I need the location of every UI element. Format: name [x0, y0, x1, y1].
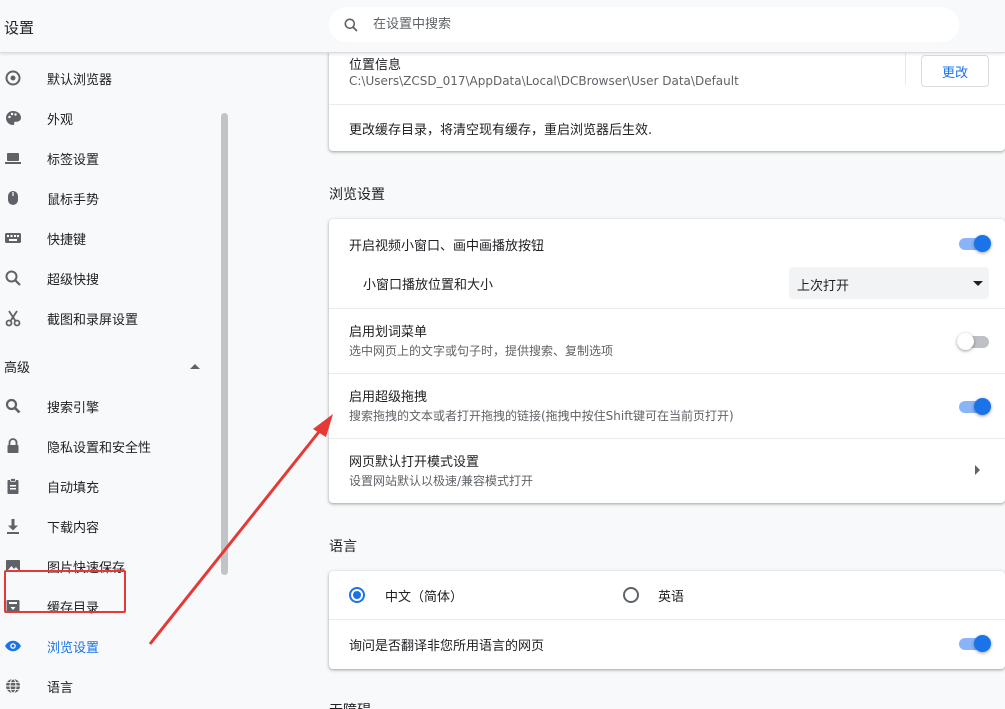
lock-icon: [7, 438, 19, 453]
annotation-highlight-box: [4, 570, 126, 613]
sidebar-item-appearance[interactable]: 外观: [0, 100, 215, 136]
word-menu-desc: 选中网页上的文字或句子时，提供搜索、复制选项: [349, 344, 614, 358]
drag-desc: 搜索拖拽的文本或者打开拖拽的链接(拖拽中按住Shift键可在当前页打开): [349, 409, 734, 423]
sidebar-item-label: 超级快搜: [47, 272, 100, 288]
sidebar-item-label: 浏览设置: [47, 640, 100, 656]
language-section-title: 语言: [329, 539, 357, 555]
sidebar-scrollbar-thumb[interactable]: [221, 113, 228, 575]
translate-toggle[interactable]: [959, 635, 991, 652]
chevron-up-icon: [190, 363, 200, 369]
clipboard-icon: [7, 478, 19, 494]
laptop-icon: [5, 153, 21, 164]
divider: [329, 104, 1005, 105]
download-icon: [7, 519, 19, 534]
sidebar-item-label: 自动填充: [47, 480, 100, 496]
caret-down-icon: [973, 281, 983, 286]
sidebar-item-mouse-gestures[interactable]: 鼠标手势: [0, 180, 215, 216]
sidebar-item-label: 外观: [47, 112, 74, 128]
divider: [329, 619, 1005, 620]
language-card: 中文（简体） 英语 询问是否翻译非您所用语言的网页: [329, 571, 1005, 669]
browser-icon: [5, 70, 21, 86]
radio-chinese[interactable]: [349, 587, 365, 603]
sidebar-item-label: 隐私设置和安全性: [47, 440, 152, 456]
sidebar-item-language[interactable]: 语言: [0, 668, 215, 704]
drag-toggle[interactable]: [959, 398, 991, 415]
search-input[interactable]: [373, 17, 873, 32]
advanced-label: 高级: [4, 360, 31, 376]
word-menu-toggle[interactable]: [957, 333, 991, 350]
browse-card: 开启视频小窗口、画中画播放按钮 小窗口播放位置和大小 上次打开 启用划词菜单 选…: [329, 219, 1005, 503]
cache-note: 更改缓存目录，将清空现有缓存，重启浏览器后生效.: [349, 123, 653, 138]
translate-label: 询问是否翻译非您所用语言的网页: [349, 639, 545, 654]
sidebar-item-label: 截图和录屏设置: [47, 312, 139, 328]
globe-icon: [6, 678, 20, 694]
sidebar-item-label: 搜索引擎: [47, 400, 100, 416]
sidebar-item-shortcuts[interactable]: 快捷键: [0, 220, 215, 256]
sidebar-item-privacy[interactable]: 隐私设置和安全性: [0, 428, 215, 464]
pip-size-select[interactable]: 上次打开: [789, 267, 989, 299]
palette-icon: [6, 111, 21, 125]
sidebar-item-label: 默认浏览器: [47, 72, 113, 88]
divider: [329, 308, 1005, 309]
sidebar-item-tabs[interactable]: 标签设置: [0, 140, 215, 176]
advanced-section-toggle[interactable]: 高级: [0, 348, 215, 384]
pip-label: 开启视频小窗口、画中画播放按钮: [349, 239, 545, 254]
sidebar-item-downloads[interactable]: 下载内容: [0, 508, 215, 544]
sidebar-item-search-engine[interactable]: 搜索引擎: [0, 388, 215, 424]
pip-size-label: 小窗口播放位置和大小: [363, 278, 494, 293]
location-title: 位置信息: [349, 58, 402, 73]
sidebar-item-label: 快捷键: [47, 232, 87, 248]
cache-card: 位置信息 C:\Users\ZCSD_017\AppData\Local\DCB…: [329, 45, 1005, 151]
drag-label: 启用超级拖拽: [349, 390, 428, 405]
browse-section-title: 浏览设置: [329, 187, 385, 203]
option-chinese-label: 中文（简体）: [385, 590, 464, 605]
change-button[interactable]: 更改: [921, 55, 989, 87]
chevron-right-icon: [975, 465, 980, 475]
scissors-icon: [5, 310, 21, 327]
search-icon: [344, 18, 358, 32]
sidebar-item-label: 标签设置: [47, 152, 100, 168]
word-menu-label: 启用划词菜单: [349, 325, 428, 340]
top-bar: 设置: [0, 0, 1005, 53]
sidebar-item-label: 下载内容: [47, 520, 100, 536]
sidebar-item-default-browser[interactable]: 默认浏览器: [0, 60, 215, 96]
pip-toggle[interactable]: [959, 235, 991, 252]
sidebar-item-super-search[interactable]: 超级快搜: [0, 260, 215, 296]
open-mode-label: 网页默认打开模式设置: [349, 455, 480, 470]
search-box[interactable]: [329, 7, 959, 42]
option-english-label: 英语: [658, 590, 685, 605]
eye-icon: [5, 640, 21, 652]
open-mode-desc: 设置网站默认以极速/兼容模式打开: [349, 474, 534, 488]
sidebar-item-browse-settings[interactable]: 浏览设置: [0, 628, 215, 664]
divider: [329, 373, 1005, 374]
sidebar-item-screenshot[interactable]: 截图和录屏设置: [0, 300, 215, 336]
radio-english[interactable]: [623, 587, 639, 603]
pip-size-value: 上次打开: [797, 279, 850, 294]
keyboard-icon: [5, 233, 21, 243]
sidebar-item-autofill[interactable]: 自动填充: [0, 468, 215, 504]
search-icon: [5, 270, 21, 286]
mouse-icon: [8, 191, 18, 205]
accessibility-section-title: 无障碍: [329, 700, 371, 709]
sidebar-item-label: 语言: [47, 680, 74, 696]
open-mode-row[interactable]: 网页默认打开模式设置 设置网站默认以极速/兼容模式打开: [329, 439, 1005, 503]
location-path: C:\Users\ZCSD_017\AppData\Local\DCBrowse…: [349, 74, 739, 88]
sidebar-item-label: 鼠标手势: [47, 192, 100, 208]
search-icon: [5, 398, 21, 414]
page-title: 设置: [4, 19, 35, 37]
